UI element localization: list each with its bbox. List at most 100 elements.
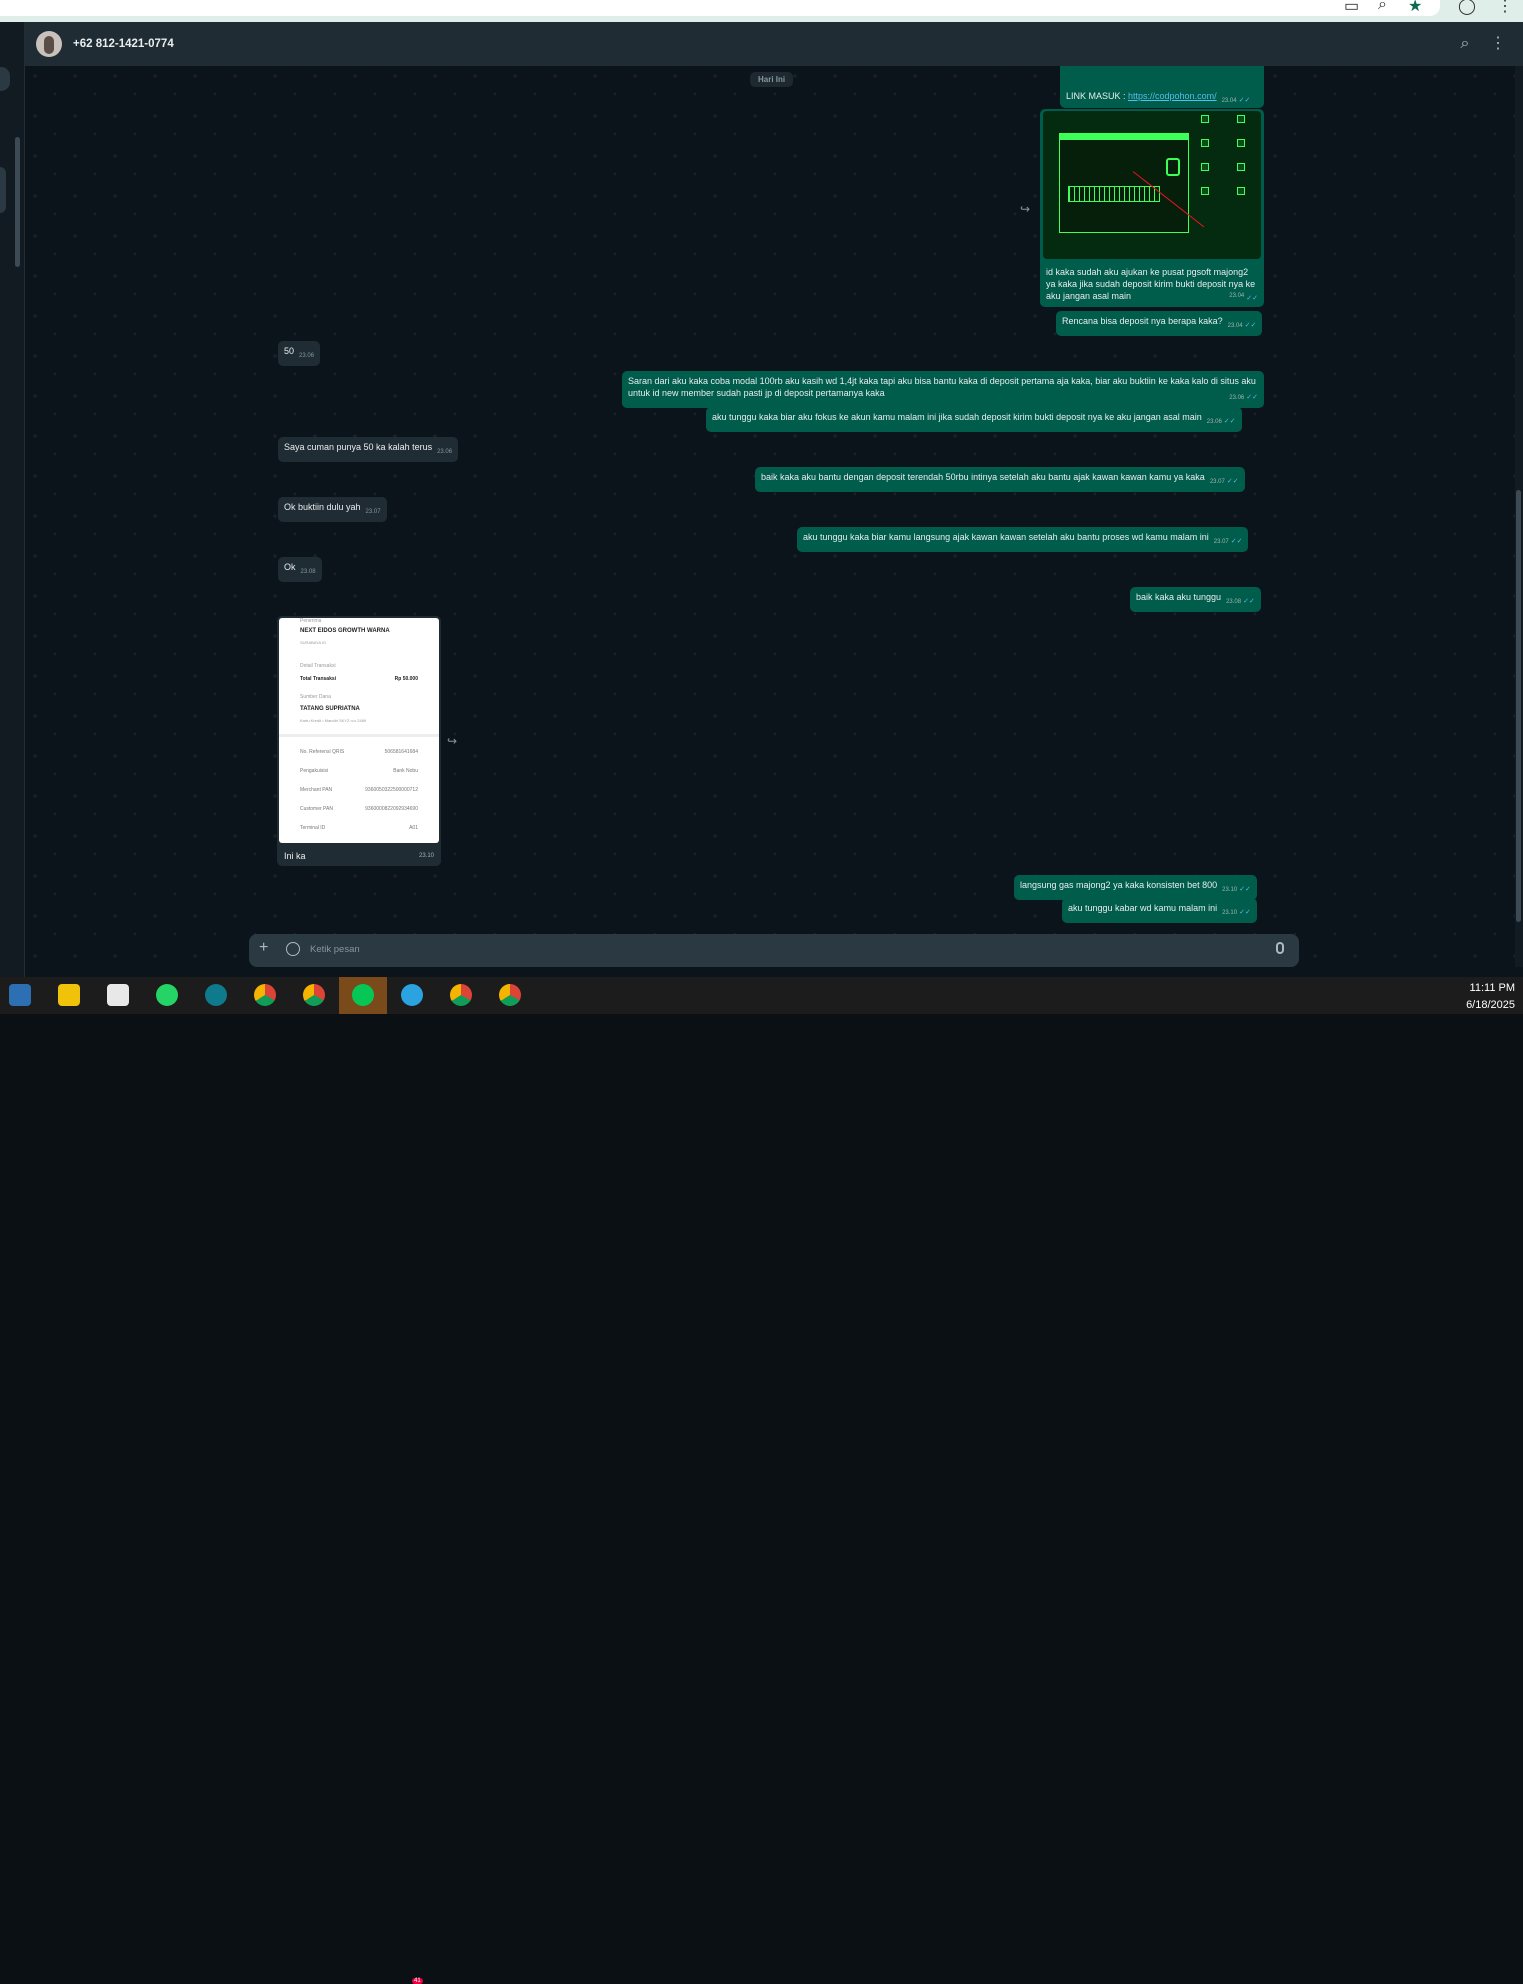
message-time: 23.06 [299,353,315,359]
message-out[interactable]: baik kaka aku bantu dengan deposit teren… [755,467,1245,492]
message-time: 23.06 [437,449,453,455]
lock-icon [1166,158,1180,176]
window-titlebar [1060,134,1188,140]
read-receipt-icon: ✓✓ [1243,598,1255,605]
chat-list-scrollbar[interactable] [15,137,20,267]
read-receipt-icon: ✓✓ [1239,909,1251,916]
hacker-screenshot-image[interactable] [1043,111,1261,259]
message-in[interactable]: Ok buktiin dulu yah 23.07 [278,497,387,522]
telegram-icon[interactable] [401,984,423,1006]
message-text: LINK MASUK : [1066,91,1129,101]
transfer-receipt-image[interactable]: Penerima NEXT EIDOS GROWTH WARNA SURABAY… [279,618,439,843]
font-viewer-icon[interactable] [107,984,129,1006]
message-out[interactable]: langsung gas majong2 ya kaka konsisten b… [1014,875,1257,900]
message-out[interactable]: LINK MASUK : https://codpohon.com/23.04 ✓… [1060,66,1264,108]
message-text: Ok [284,562,296,572]
calculator-icon[interactable] [9,984,31,1006]
chat-list-edge [0,22,25,977]
receipt-row: No. Referensi QRIS 506581641684 [300,749,418,755]
receipt-recipient-city: SURABAYA ID [300,640,327,645]
message-time: 23.07 [365,509,381,515]
message-time: 23.06 [1206,419,1222,425]
receipt-row: Terminal ID A01 [300,825,418,831]
receipt-total-value: Rp 50.000 [394,676,418,682]
avatar[interactable] [36,31,62,57]
message-out[interactable]: aku tunggu kaka biar kamu langsung ajak … [797,527,1249,552]
bookmark-star-icon[interactable]: ★ [1408,0,1422,16]
search-icon[interactable]: ⌕ [1455,34,1475,54]
message-in[interactable]: 50 23.06 [278,341,321,366]
zoom-icon[interactable]: ⌕ [1378,0,1387,14]
receipt-row-label: Terminal ID [300,825,326,831]
message-text: langsung gas majong2 ya kaka konsisten b… [1020,880,1218,890]
sticky-notes-icon[interactable] [58,984,80,1006]
windows-taskbar: 41 11:11 PM 6/18/2025 [0,977,1523,1984]
message-text: Saran dari aku kaka coba modal 100rb aku… [628,376,1256,398]
message-out[interactable]: aku tunggu kaka biar aku fokus ke akun k… [706,407,1242,432]
image-caption: Ini ka 23.10 [278,846,440,866]
message-meta: 23.06 ✓✓ [1224,387,1258,404]
message-in[interactable]: Ok 23.08 [278,557,322,582]
app-icon [1237,187,1245,195]
message-out[interactable]: baik kaka aku tunggu 23.08 ✓✓ [1130,587,1261,612]
message-time: 23.10 [1222,887,1238,893]
read-receipt-icon: ✓✓ [1246,394,1258,401]
message-out[interactable]: aku tunggu kabar wd kamu malam ini 23.10 ✓… [1062,898,1257,923]
contact-name[interactable]: +62 812-1421-0774 [73,38,174,50]
chrome-icon[interactable] [254,984,276,1006]
message-text: 50 [284,346,295,356]
message-input[interactable]: Ketik pesan [310,944,360,955]
receipt-total-label: Total Transaksi [300,676,337,682]
read-receipt-icon: ✓✓ [1230,538,1243,545]
message-time: 23.07 [1209,479,1225,485]
app-icon [1201,187,1209,195]
browser-menu-icon[interactable]: ⋮ [1497,0,1513,16]
receipt-recipient-label: Penerima [300,618,322,624]
message-link[interactable]: https://codpohon.com/ [1128,91,1217,101]
emoji-icon[interactable] [286,942,300,956]
message-time: 23.04 ✓✓ [1229,290,1258,305]
more-options-icon[interactable]: ⋮ [1488,34,1508,54]
message-composer: + Ketik pesan [249,934,1299,967]
message-time: 23.04 [1227,323,1243,329]
app-icon [1237,115,1245,123]
profile-icon[interactable]: ◯ [1458,0,1476,16]
whatsapp-icon[interactable] [156,984,178,1006]
scrollbar-thumb[interactable] [1516,490,1521,922]
app-icon [1201,163,1209,171]
message-time: 23.04 [1221,98,1237,104]
message-time: 23.08 [1226,599,1242,605]
chrome-icon[interactable] [499,984,521,1006]
message-text: aku tunggu kabar wd kamu malam ini [1068,903,1218,913]
conversation-scrollbar[interactable] [1515,66,1523,977]
clock-time: 11:11 PM [1469,982,1515,994]
receipt-row: Customer PAN 9360000822092934690 [300,806,418,812]
message-text: Ok buktiin dulu yah [284,502,361,512]
chrome-icon[interactable] [450,984,472,1006]
receipt-row-label: Customer PAN [300,806,333,812]
chat-list-item[interactable] [0,67,10,91]
message-in[interactable]: Saya cuman punya 50 ka kalah terus 23.06 [278,437,459,462]
microphone-icon[interactable] [1276,942,1284,954]
message-out[interactable]: Saran dari aku kaka coba modal 100rb aku… [622,371,1264,408]
receipt-total-row: Total Transaksi Rp 50.000 [300,676,418,682]
forward-icon[interactable]: ↪ [1020,202,1030,216]
chat-list-item[interactable] [0,167,6,213]
message-out[interactable]: Rencana bisa deposit nya berapa kaka? 23.… [1056,311,1263,336]
system-clock[interactable]: 11:11 PM 6/18/2025 [1466,980,1515,1014]
message-text: Ini ka [284,851,306,861]
app-icon [1237,163,1245,171]
receipt-row-value: 9360000822092934690 [365,806,418,812]
line-icon[interactable] [352,984,374,1006]
message-time: 23.10 [1222,910,1238,916]
receipt-recipient-name: NEXT EIDOS GROWTH WARNA [300,628,390,634]
image-caption: id kaka sudah aku ajukan ke pusat pgsoft… [1040,262,1264,309]
attach-plus-icon[interactable]: + [259,939,268,957]
app-icon [1201,115,1209,123]
monitor-icon[interactable]: ▭ [1344,0,1359,16]
chrome-icon[interactable] [303,984,325,1006]
forward-icon[interactable]: ↪ [447,734,457,748]
message-text: baik kaka aku tunggu [1136,592,1222,602]
composer-footer [25,967,1523,977]
app-icon[interactable] [205,984,227,1006]
